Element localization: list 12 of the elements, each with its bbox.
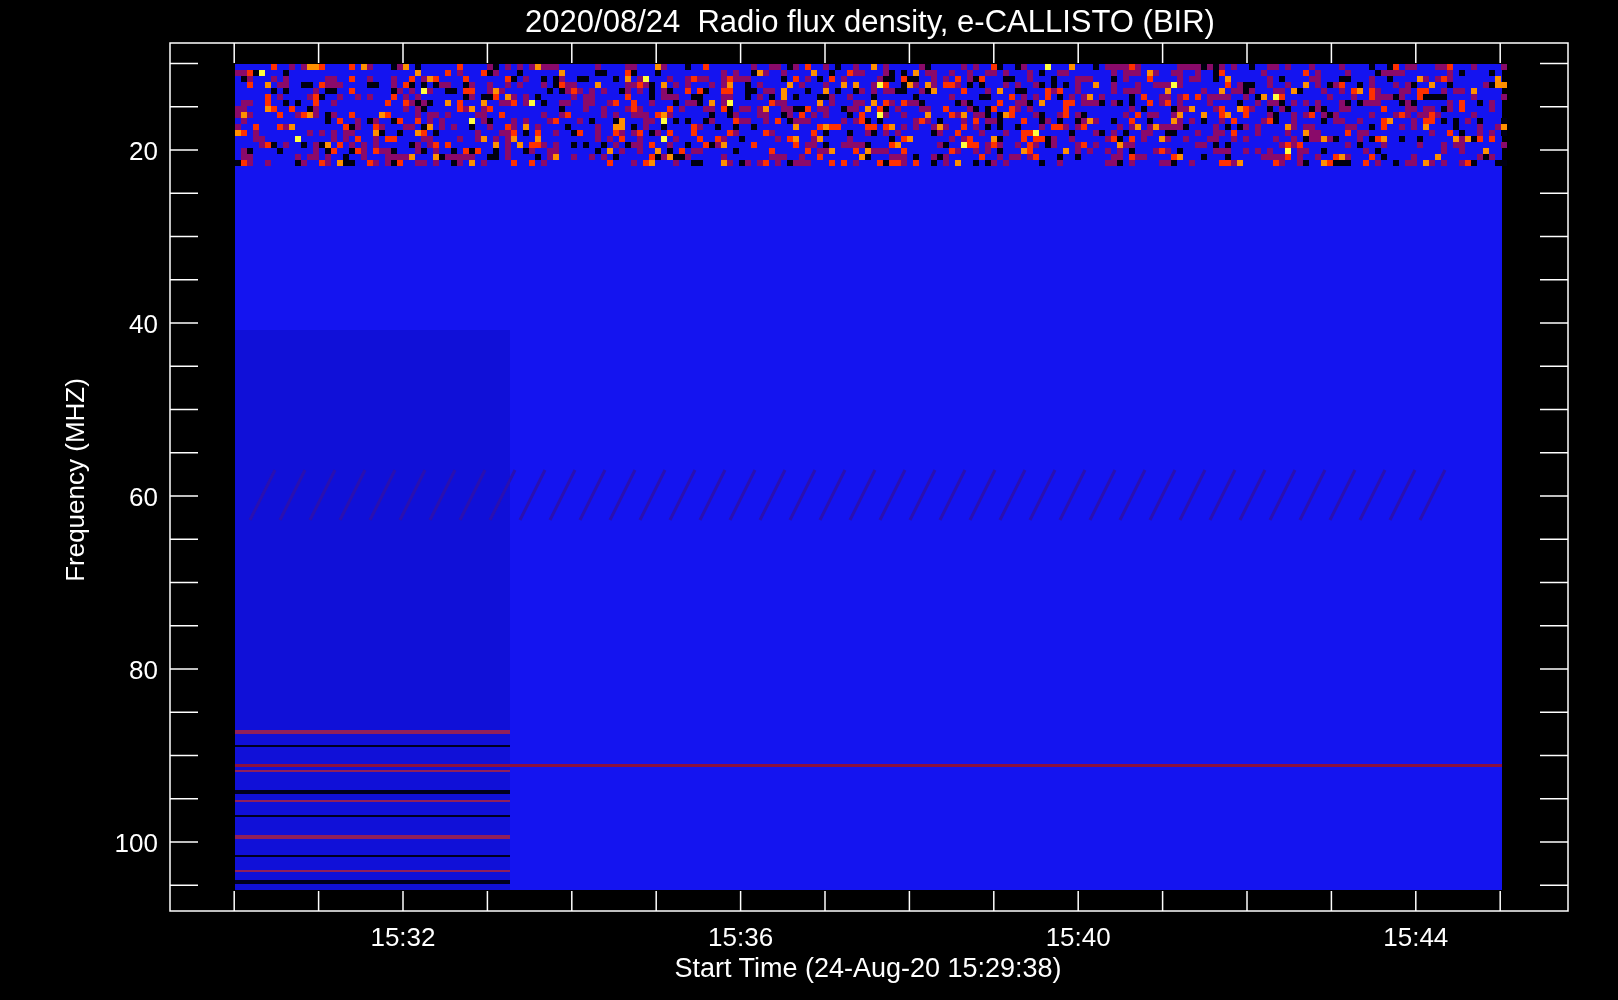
x-tick-label: 15:40 xyxy=(1045,922,1111,952)
plot-title: 2020/08/24 Radio flux density, e-CALLISTO (BIR) xyxy=(525,4,1215,39)
y-tick-label: 20 xyxy=(129,136,158,166)
y-tick-label: 60 xyxy=(129,482,158,512)
x-tick-label: 15:36 xyxy=(708,922,774,952)
y-tick-label: 100 xyxy=(114,828,158,858)
x-tick-label: 15:32 xyxy=(370,922,436,952)
x-axis-label: Start Time (24-Aug-20 15:29:38) xyxy=(674,953,1062,983)
y-tick-label: 80 xyxy=(129,655,158,685)
x-tick-label: 15:44 xyxy=(1383,922,1449,952)
y-tick-label: 40 xyxy=(129,309,158,339)
y-axis-label: Frequency (MHZ) xyxy=(60,378,90,582)
